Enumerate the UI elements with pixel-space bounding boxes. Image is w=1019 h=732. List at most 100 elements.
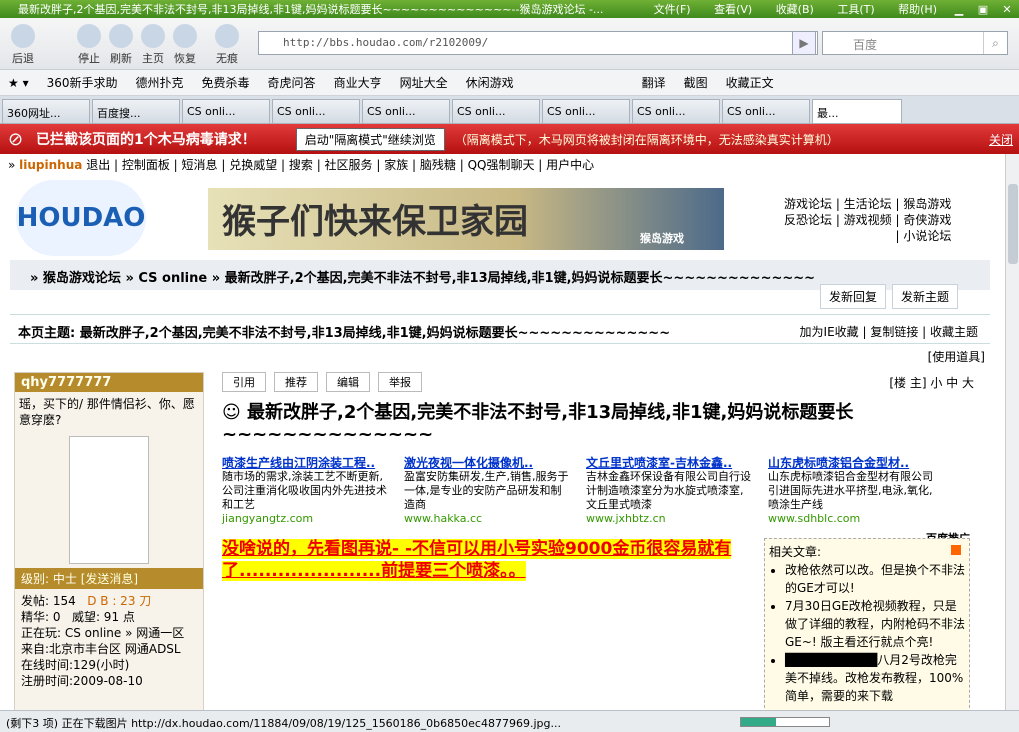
ad-headline[interactable]: 文丘里式喷漆室-吉林金鑫.. [586,456,754,470]
close-icon[interactable] [951,545,961,555]
refresh-label: 刷新 [110,52,132,65]
alert-icon: ⊘ [8,128,24,150]
restore-button[interactable]: 恢复 [166,20,204,68]
ad-item[interactable]: 喷漆生产线由江阴涂装工程.. 随市场的需求,涂装工艺不断更新,公司注重消化吸收国内… [222,456,390,526]
no-trace-button[interactable]: 无痕 [208,20,246,68]
related-item[interactable]: 改枪依然可以改。但是换个不非法的GE才可以! [785,561,965,597]
font-size-switch[interactable]: [楼 主] 小 中 大 [889,374,974,391]
ad-text: 吉林金鑫环保设备有限公司自行设计制造喷漆室分为水旋式喷漆室,文丘里式喷漆 [586,470,751,511]
address-bar[interactable]: http://bbs.houdao.com/r2102009/ [258,31,818,55]
search-input[interactable]: 百度 ⌕ [822,31,1008,55]
tab[interactable]: 360网址... [2,99,90,123]
quote-button[interactable]: 引用 [222,372,266,392]
menu-file[interactable]: 文件(F) [654,3,691,16]
scroll-thumb[interactable] [1008,184,1018,264]
favorite-item[interactable]: 360新手求助 [47,74,118,91]
alert-message: 已拦截该页面的1个木马病毒请求！ [36,132,256,148]
send-message-link[interactable]: [发送消息] [81,572,138,586]
ad-url[interactable]: www.jxhbtz.cn [586,512,754,526]
go-button[interactable]: ▶ [792,31,816,55]
tab[interactable]: CS onli... [722,99,810,123]
post-body-text: 没啥说的，先看图再说- -不信可以用小号实验9000金币很容易就有了......… [222,539,732,581]
ad-item[interactable]: 文丘里式喷漆室-吉林金鑫.. 吉林金鑫环保设备有限公司自行设计制造喷漆室分为水旋式… [586,456,754,526]
refresh-icon [109,24,133,48]
use-tools-link[interactable]: [使用道具] [928,348,985,365]
menu-view[interactable]: 查看(V) [714,3,752,16]
favorite-item[interactable]: 奇虎问答 [268,74,316,91]
back-label: 后退 [12,52,34,65]
ad-headline[interactable]: 山东虎标喷漆铝合金型材.. [768,456,936,470]
tab[interactable]: CS onli... [632,99,720,123]
tab[interactable]: CS onli... [272,99,360,123]
stop-label: 停止 [78,52,100,65]
tab-active[interactable]: 最... [812,99,902,123]
favorite-item[interactable]: 休闲游戏 [466,74,514,91]
related-articles: 相关文章: 改枪依然可以改。但是换个不非法的GE才可以! 7月30日GE改枪视频… [764,538,970,710]
search-icon[interactable]: ⌕ [983,32,1007,54]
paw-icon [215,24,239,48]
forum-links-row[interactable]: 游戏论坛 | 生活论坛 | 猴岛游戏 [784,196,951,212]
ad-headline[interactable]: 喷漆生产线由江阴涂装工程.. [222,456,390,470]
stat-playing: 正在玩: CS online » 网通一区 [21,626,185,640]
profile-stats: 发帖: 154 D B : 23 刀 精华: 0 威望: 91 点 正在玩: C… [15,589,203,693]
tab[interactable]: CS onli... [452,99,540,123]
banner-text: 猴子们快来保卫家园 [222,202,528,242]
new-topic-button[interactable]: 发新主题 [892,284,959,309]
menu-tools[interactable]: 工具(T) [837,3,874,16]
tab[interactable]: CS onli... [182,99,270,123]
menu-favorites[interactable]: 收藏(B) [776,3,814,16]
user-links[interactable]: 退出 | 控制面板 | 短消息 | 兑换威望 | 搜索 | 社区服务 | 家族 … [86,158,594,172]
favorites-bar: ★ ▾ 360新手求助 德州扑克 免费杀毒 奇虎问答 商业大亨 网址大全 休闲游… [0,70,1019,96]
home-label: 主页 [142,52,164,65]
stat-from: 来自:北京市丰台区 网通ADSL [21,642,181,656]
favorite-item[interactable]: 网址大全 [400,74,448,91]
favorites-star-icon[interactable]: ★ ▾ [8,76,29,90]
no-trace-label: 无痕 [216,52,238,65]
post-body: 没啥说的，先看图再说- -不信可以用小号实验9000金币很容易就有了......… [222,538,756,582]
tab[interactable]: CS onli... [542,99,630,123]
ad-url[interactable]: www.sdhblc.com [768,512,936,526]
ad-url[interactable]: jiangyangtz.com [222,512,390,526]
stat-posts: 发帖: 154 [21,594,76,608]
collect-text-button[interactable]: 收藏正文 [726,74,774,91]
avatar[interactable] [69,436,149,564]
forum-links-row[interactable]: 反恐论坛 | 游戏视频 | 奇侠游戏 [784,212,951,228]
restore-icon [173,24,197,48]
ad-url[interactable]: www.hakka.cc [404,512,572,526]
redacted-block: ██████████ [785,653,878,667]
favorite-item[interactable]: 免费杀毒 [202,74,250,91]
related-item[interactable]: ██████████八月2号改枪完美不掉线。改枪发布教程，100%简单，需要的来… [785,651,965,705]
vertical-scrollbar[interactable] [1005,154,1019,710]
close-window-button[interactable]: ✕ [995,3,1019,16]
recommend-button[interactable]: 推荐 [274,372,318,392]
menu-help[interactable]: 帮助(H) [898,3,937,16]
report-button[interactable]: 举报 [378,372,422,392]
favorite-item[interactable]: 德州扑克 [136,74,184,91]
ad-item[interactable]: 山东虎标喷漆铝合金型材.. 山东虎标喷漆铝合金型材有限公司引进国际先进水平挤型,电… [768,456,936,526]
minimize-button[interactable]: ▁ [947,3,971,16]
topic-links[interactable]: 加为IE收藏 | 复制链接 | 收藏主题 [800,323,978,340]
status-bar: (剩下3 项) 正在下载图片 http://dx.houdao.com/1188… [0,710,1019,732]
houdao-logo[interactable]: HOUDAO [16,180,146,256]
screenshot-button[interactable]: 截图 [684,74,708,91]
home-icon [141,24,165,48]
maximize-button[interactable]: ▣ [971,3,995,16]
ad-headline[interactable]: 激光夜视一体化摄像机.. [404,456,572,470]
username-link[interactable]: liupinhua [19,158,82,172]
favorite-item[interactable]: 商业大亨 [334,74,382,91]
alert-close-link[interactable]: 关闭 [989,131,1013,148]
related-item[interactable]: 7月30日GE改枪视频教程，只是做了详细的教程，内附枪码不非法GE~! 版主看还… [785,597,965,651]
translate-button[interactable]: 翻译 [642,74,666,91]
back-button[interactable]: 后退 [4,20,42,68]
tab[interactable]: 百度搜... [92,99,180,123]
ad-item[interactable]: 激光夜视一体化摄像机.. 盈富安防集研发,生产,销售,服务于一体,是专业的安防产品… [404,456,572,526]
profile-name[interactable]: qhy7777777 [15,373,203,392]
forum-links-row[interactable]: | 小说论坛 [784,228,952,244]
edit-button[interactable]: 编辑 [326,372,370,392]
tab[interactable]: CS onli... [362,99,450,123]
ad-banner[interactable]: 猴子们快来保卫家园 猴岛游戏 [208,188,724,250]
smile-icon: ☺ [222,402,241,423]
reply-button[interactable]: 发新回复 [820,284,887,309]
tab-strip: 360网址... 百度搜... CS onli... CS onli... CS… [0,96,1019,124]
isolation-mode-button[interactable]: 启动"隔离模式"继续浏览 [295,127,445,151]
